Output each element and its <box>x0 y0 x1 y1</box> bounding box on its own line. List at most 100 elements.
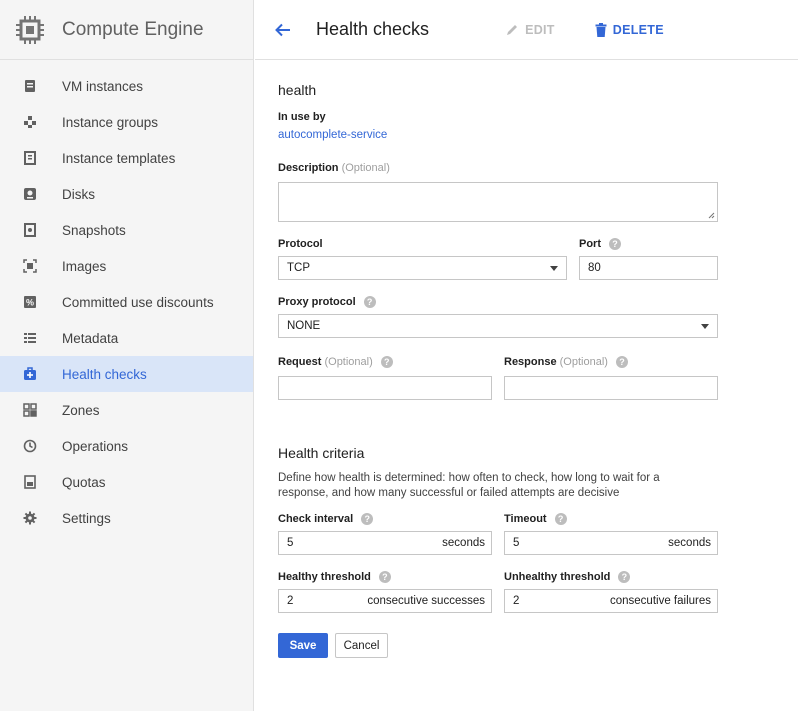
response-input[interactable] <box>504 376 718 400</box>
check-interval-label: Check interval? <box>278 513 374 526</box>
sidebar-item-label: Disks <box>62 186 95 202</box>
unhealthy-threshold-label: Unhealthy threshold? <box>504 571 631 584</box>
timeout-label: Timeout? <box>504 513 567 526</box>
sidebar-item-snapshots[interactable]: Snapshots <box>0 212 253 248</box>
protocol-select[interactable]: TCP <box>278 256 567 280</box>
topbar: Health checks EDIT DELETE <box>255 0 798 60</box>
sidebar-item-label: VM instances <box>62 78 144 94</box>
delete-button[interactable]: DELETE <box>595 22 664 37</box>
save-button[interactable]: Save <box>278 633 328 658</box>
request-input[interactable] <box>278 376 492 400</box>
chevron-down-icon <box>550 266 558 271</box>
sidebar-item-operations[interactable]: Operations <box>0 428 253 464</box>
resize-grip-icon[interactable] <box>708 212 715 219</box>
zones-icon <box>22 402 38 418</box>
port-input[interactable]: 80 <box>579 256 718 280</box>
optional-hint: (Optional) <box>559 356 608 368</box>
sidebar-item-health-checks[interactable]: Health checks <box>0 356 253 392</box>
images-icon <box>22 258 38 274</box>
help-icon[interactable]: ? <box>378 571 391 584</box>
sidebar-item-label: Snapshots <box>62 222 126 238</box>
check-interval-value: 5 <box>287 537 294 549</box>
port-label: Port? <box>579 238 621 251</box>
sidebar-item-label: Zones <box>62 402 100 418</box>
help-icon[interactable]: ? <box>380 356 393 369</box>
back-arrow-icon[interactable] <box>273 20 293 40</box>
help-icon[interactable]: ? <box>361 513 374 526</box>
proxy-value: NONE <box>287 320 321 332</box>
healthy-threshold-unit: consecutive successes <box>367 595 485 607</box>
help-icon[interactable]: ? <box>554 513 567 526</box>
gear-icon <box>22 510 38 526</box>
sidebar-item-label: Instance templates <box>62 150 176 166</box>
instance-groups-icon <box>22 114 38 130</box>
sidebar-item-metadata[interactable]: Metadata <box>0 320 253 356</box>
response-label-text: Response <box>504 356 557 368</box>
proxy-label-text: Proxy protocol <box>278 296 356 308</box>
sidebar: Compute Engine VM instances Instance gro… <box>0 0 254 711</box>
unhealthy-threshold-value: 2 <box>513 595 520 607</box>
timeout-label-text: Timeout <box>504 513 547 525</box>
sidebar-item-label: Quotas <box>62 474 106 490</box>
help-icon[interactable]: ? <box>615 356 628 369</box>
healthy-threshold-label: Healthy threshold? <box>278 571 391 584</box>
healthy-threshold-input[interactable]: 2 consecutive successes <box>278 589 492 613</box>
disk-icon <box>22 186 38 202</box>
page-title: Health checks <box>316 19 430 39</box>
protocol-value: TCP <box>287 262 310 274</box>
compute-engine-logo-icon <box>15 15 45 45</box>
sidebar-item-disks[interactable]: Disks <box>0 176 253 212</box>
trash-icon <box>595 22 607 37</box>
optional-hint: (Optional) <box>324 356 373 368</box>
chevron-down-icon <box>701 324 709 329</box>
sidebar-header: Compute Engine <box>0 0 253 60</box>
healthy-threshold-label-text: Healthy threshold <box>278 571 371 583</box>
health-checks-icon <box>22 366 38 382</box>
percent-icon: % <box>22 294 38 310</box>
sidebar-item-quotas[interactable]: Quotas <box>0 464 253 500</box>
port-value: 80 <box>588 262 601 274</box>
check-interval-input[interactable]: 5 seconds <box>278 531 492 555</box>
help-icon[interactable]: ? <box>609 238 621 251</box>
metadata-icon <box>22 330 38 346</box>
sidebar-item-label: Instance groups <box>62 114 159 130</box>
sidebar-item-settings[interactable]: Settings <box>0 500 253 536</box>
delete-button-label: DELETE <box>612 22 664 37</box>
in-use-by-link[interactable]: autocomplete-service <box>278 129 387 141</box>
sidebar-item-instance-groups[interactable]: Instance groups <box>0 104 253 140</box>
response-label: Response (Optional)? <box>504 356 628 369</box>
vm-instances-icon <box>22 78 38 94</box>
sidebar-item-images[interactable]: Images <box>0 248 253 284</box>
sidebar-item-label: Health checks <box>62 366 147 382</box>
sidebar-item-committed-use-discounts[interactable]: % Committed use discounts <box>0 284 253 320</box>
quotas-icon <box>22 474 38 490</box>
help-icon[interactable]: ? <box>618 571 631 584</box>
sidebar-item-instance-templates[interactable]: Instance templates <box>0 140 253 176</box>
help-icon[interactable]: ? <box>363 296 376 309</box>
request-label: Request (Optional)? <box>278 356 393 369</box>
health-criteria-description: Define how health is determined: how oft… <box>278 472 660 499</box>
timeout-value: 5 <box>513 537 520 549</box>
cancel-button[interactable]: Cancel <box>335 633 388 658</box>
edit-button[interactable]: EDIT <box>505 23 555 37</box>
timeout-input[interactable]: 5 seconds <box>504 531 718 555</box>
timeout-unit: seconds <box>668 537 711 549</box>
snapshot-icon <box>22 222 38 238</box>
unhealthy-threshold-input[interactable]: 2 consecutive failures <box>504 589 718 613</box>
sidebar-nav: VM instances Instance groups Instance te… <box>0 60 253 536</box>
description-textarea[interactable] <box>278 182 718 222</box>
request-label-text: Request <box>278 356 322 368</box>
app-title: Compute Engine <box>62 18 204 40</box>
sidebar-item-zones[interactable]: Zones <box>0 392 253 428</box>
optional-hint: (Optional) <box>341 162 390 174</box>
description-label: Description (Optional) <box>278 162 390 174</box>
unhealthy-threshold-label-text: Unhealthy threshold <box>504 571 611 583</box>
pencil-icon <box>507 24 518 35</box>
proxy-protocol-select[interactable]: NONE <box>278 314 718 338</box>
check-interval-unit: seconds <box>442 537 485 549</box>
instance-templates-icon <box>22 150 38 166</box>
sidebar-item-vm-instances[interactable]: VM instances <box>0 68 253 104</box>
port-label-text: Port <box>579 238 601 250</box>
healthy-threshold-value: 2 <box>287 595 294 607</box>
sidebar-item-label: Settings <box>62 510 111 526</box>
